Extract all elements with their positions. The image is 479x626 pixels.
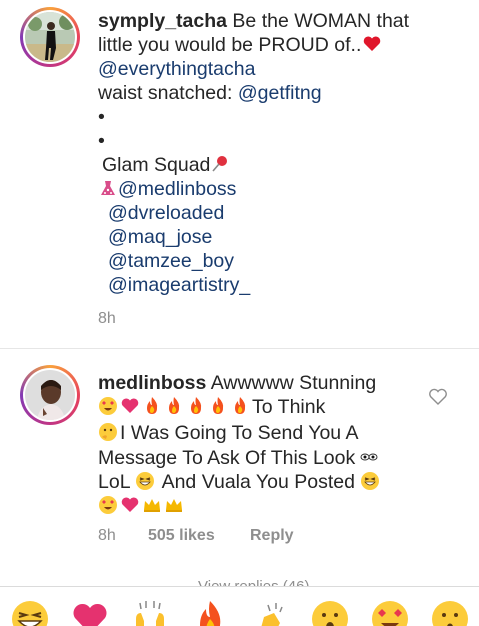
grin-squint-icon xyxy=(136,472,155,490)
grin-squint-icon xyxy=(361,472,380,490)
fire-icon xyxy=(213,397,224,414)
emoji-quick-bar xyxy=(0,586,479,626)
hushed-icon[interactable] xyxy=(430,599,470,626)
mention-tamzee-boy[interactable]: @tamzee_boy xyxy=(108,250,234,272)
mention-maq-jose[interactable]: @maq_jose xyxy=(108,226,212,248)
pushpin-icon xyxy=(212,156,228,172)
caption-line-1: Be the WOMAN that xyxy=(232,10,410,32)
heart-eyes-icon xyxy=(99,397,117,415)
fire-icon xyxy=(191,397,202,414)
like-comment-icon[interactable] xyxy=(428,388,448,406)
comment-avatar[interactable] xyxy=(20,365,80,425)
comment-line-5b: And Vuala You Posted xyxy=(161,471,355,493)
caption-line-2: little you would be PROUD of.. xyxy=(98,34,362,56)
caption-username[interactable]: symply_tacha xyxy=(98,10,227,32)
comment-text: medlinboss Awwwww Stunning To Think I Wa… xyxy=(98,371,382,518)
mention-medlinboss[interactable]: @medlinboss xyxy=(118,178,236,200)
divider xyxy=(0,348,479,349)
mention-getfitng[interactable]: @getfitng xyxy=(238,82,322,104)
caption-text: symply_tacha Be the WOMAN that little yo… xyxy=(98,9,409,297)
mention-dvreloaded[interactable]: @dvreloaded xyxy=(108,202,224,224)
caption-avatar[interactable] xyxy=(20,7,80,67)
comment-line-1: Awwwww Stunning xyxy=(210,372,377,394)
heart-icon[interactable] xyxy=(70,599,110,626)
avatar-photo xyxy=(25,12,75,62)
mention-imageartistry[interactable]: @imageartistry_ xyxy=(108,274,250,296)
bullet-2: • xyxy=(98,130,105,152)
fire-icon xyxy=(169,397,180,414)
clapping-hands-icon[interactable] xyxy=(250,599,290,626)
heart-eyes-icon[interactable] xyxy=(370,599,410,626)
caption-section: symply_tacha Be the WOMAN that little yo… xyxy=(0,0,479,348)
caption-timestamp: 8h xyxy=(98,310,116,327)
reply-button[interactable]: Reply xyxy=(250,527,294,545)
heart-eyes-icon xyxy=(99,496,117,514)
bullet-1: • xyxy=(98,106,105,128)
grin-squint-icon[interactable] xyxy=(10,599,50,626)
red-heart-icon xyxy=(364,36,381,51)
comment-username[interactable]: medlinboss xyxy=(98,372,206,394)
heart-icon xyxy=(121,497,139,512)
comment-line-2: To Think xyxy=(252,396,326,418)
heart-icon xyxy=(121,398,139,413)
dress-icon xyxy=(101,181,115,195)
crown-icon xyxy=(166,499,182,512)
comment-line-3: I Was Going To Send You A xyxy=(120,422,359,444)
comment-timestamp: 8h xyxy=(98,527,116,544)
mention-everythingtacha[interactable]: @everythingtacha xyxy=(98,58,255,80)
crown-icon xyxy=(144,499,160,512)
astonished-icon[interactable] xyxy=(310,599,350,626)
thinking-face-icon xyxy=(99,423,117,441)
fire-icon[interactable] xyxy=(190,599,230,626)
comment-likes[interactable]: 505 likes xyxy=(148,527,215,545)
comment-line-4: Message To Ask Of This Look xyxy=(98,447,356,469)
avatar-photo xyxy=(25,370,75,420)
glam-squad-label: Glam Squad xyxy=(102,154,211,176)
comment-line-5a: LoL xyxy=(98,471,130,493)
caption-line-4: waist snatched: xyxy=(98,82,238,104)
fire-icon xyxy=(235,397,246,414)
raising-hands-icon[interactable] xyxy=(130,599,170,626)
fire-icon xyxy=(147,397,158,414)
eyes-icon xyxy=(360,453,378,461)
